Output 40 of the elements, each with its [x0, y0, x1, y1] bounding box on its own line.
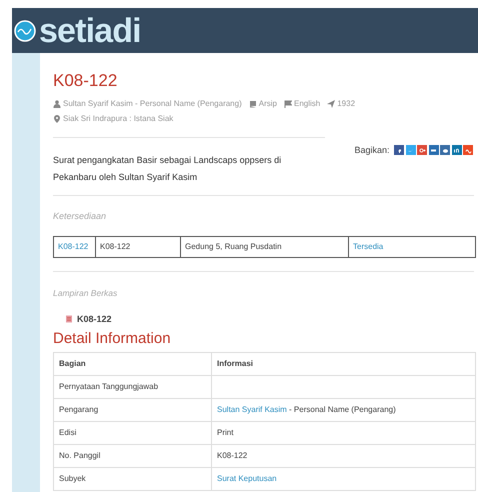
table-cell: Gedung 5, Ruang Pusdatin: [185, 242, 282, 251]
table-cell: K08-122: [217, 450, 248, 460]
logo-icon: [14, 20, 36, 42]
table-link[interactable]: Tersedia: [353, 242, 384, 251]
share-button[interactable]: [463, 145, 473, 156]
map-pin-icon: [53, 115, 61, 124]
share-button[interactable]: [417, 145, 427, 156]
author-text[interactable]: Sultan Syarif Kasim - Personal Name (Pengarang): [63, 98, 242, 110]
table-cell: Edisi: [59, 428, 76, 437]
section-title: Detail Information: [53, 330, 172, 349]
share-button[interactable]: [428, 145, 438, 156]
table-link[interactable]: Sultan Syarif Kasim: [217, 404, 287, 414]
attachment-link[interactable]: K08-122: [77, 312, 112, 326]
section-heading: Lampiran Berkas: [53, 286, 118, 300]
table-link[interactable]: Surat Keputusan: [217, 474, 277, 483]
column-header: Bagian: [59, 358, 86, 368]
description-text: Surat pengangkatan Basir sebagai Landscaps oppsers di Pekanbaru oleh Sultan Syarif Kasim: [53, 154, 282, 184]
share-button[interactable]: [394, 145, 404, 156]
share-button[interactable]: [452, 145, 462, 156]
table-cell: No. Panggil: [59, 450, 100, 460]
table-cell: Pengarang: [59, 404, 98, 414]
year-text: 1932: [337, 98, 356, 110]
place-text: Siak Sri Indrapura : Istana Siak: [63, 113, 174, 126]
table-cell: Subyek: [59, 474, 86, 483]
share-label: Bagikan:: [354, 145, 390, 156]
table-cell: K08-122: [100, 242, 130, 251]
share-button[interactable]: [440, 145, 450, 156]
table-cell: Print: [217, 428, 234, 437]
language-text: English: [294, 98, 320, 110]
person-icon: [53, 100, 61, 108]
send-icon: [327, 100, 336, 108]
table-cell: Pernyataan Tanggungjawab: [59, 382, 158, 391]
table-cell: Sultan Syarif Kasim - Personal Name (Pengarang): [217, 404, 396, 414]
type-text: Arsip: [258, 98, 277, 110]
flag-icon: [284, 100, 292, 108]
record-title: K08-122: [53, 70, 118, 92]
file-icon: [65, 315, 73, 324]
section-heading: Ketersediaan: [53, 210, 108, 224]
site-logo[interactable]: setiadi: [39, 14, 141, 48]
column-header: Informasi: [217, 358, 254, 368]
